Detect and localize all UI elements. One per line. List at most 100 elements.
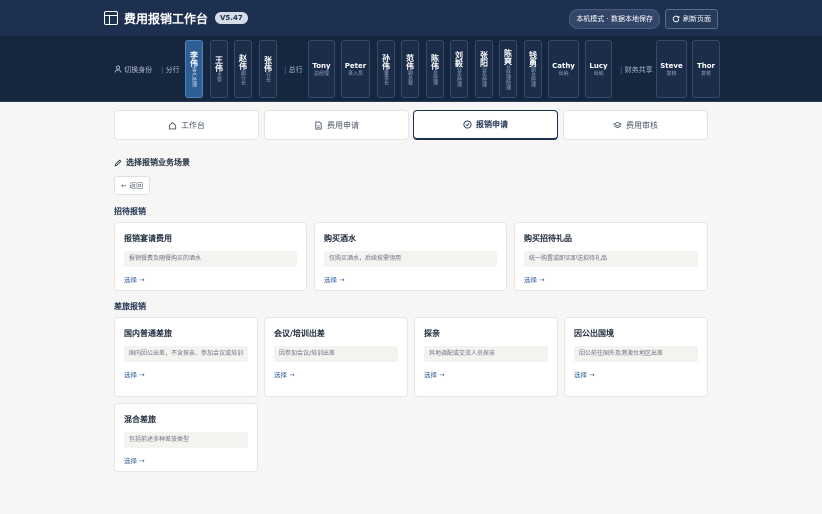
role-name: 李伟 bbox=[189, 51, 199, 67]
card-title: 购买招待礼品 bbox=[524, 234, 572, 243]
select-link[interactable]: 选择 → bbox=[574, 369, 698, 379]
role-zhang-wei[interactable]: 张伟 行长 bbox=[259, 40, 277, 98]
role-cathy[interactable]: Cathy 出纳 bbox=[548, 40, 579, 98]
role-switch-bar: 切换身份 | 分行 李伟 客户经理 王伟 主管 赵伟 副行长 张伟 行长 | 总行 To… bbox=[0, 36, 822, 102]
scenario-card-overseas[interactable]: 因公出国境 因公前往国外及港澳台地区出差 选择 → bbox=[564, 317, 708, 397]
tab-label: 工作台 bbox=[181, 120, 205, 130]
role-title: 录入员 bbox=[347, 70, 363, 77]
role-title: 总经理助理 bbox=[505, 64, 511, 90]
role-name: 钱勇 bbox=[528, 51, 538, 67]
role-zhang-yang[interactable]: 张阳 业务经理 bbox=[475, 40, 493, 98]
version-badge: V5.47 bbox=[215, 12, 248, 24]
layout-icon bbox=[104, 11, 118, 25]
tab-label: 费用审核 bbox=[626, 120, 658, 130]
group-title-hospitality: 招待报销 bbox=[114, 207, 146, 216]
document-icon bbox=[315, 120, 322, 130]
main-tabs: 工作台 费用申请 报销申请 费用审核 bbox=[114, 110, 708, 140]
select-link[interactable]: 选择 → bbox=[524, 274, 698, 284]
role-title: 主管 bbox=[216, 72, 222, 82]
role-li-wei[interactable]: 李伟 客户经理 bbox=[185, 40, 203, 98]
tab-workbench[interactable]: 工作台 bbox=[114, 110, 259, 140]
card-description: 包括前述多种差旅类型 bbox=[124, 432, 248, 448]
user-icon bbox=[114, 65, 122, 73]
role-title: 副行长 bbox=[240, 69, 246, 85]
app-header: 费用报销工作台 V5.47 本机模式 · 数据本地保存 刷新页面 bbox=[0, 0, 822, 36]
role-name: 张伟 bbox=[263, 56, 273, 72]
scenario-card-domestic-travel[interactable]: 国内普通差旅 国内因公出差，不含探亲、参加会议或培训 选择 → bbox=[114, 317, 258, 397]
select-link[interactable]: 选择 → bbox=[124, 274, 297, 284]
role-chen-shuang[interactable]: 陈爽 总经理助理 bbox=[499, 40, 517, 98]
role-title: 副总裁 bbox=[407, 69, 413, 85]
card-description: 仅购买酒水，后续按需领用 bbox=[324, 251, 497, 267]
card-description: 因参加会议/培训出差 bbox=[274, 346, 398, 362]
role-name: 刘毅 bbox=[454, 51, 464, 67]
select-link[interactable]: 选择 → bbox=[124, 369, 248, 379]
mode-badge: 本机模式 · 数据本地保存 bbox=[569, 9, 660, 29]
app-title: 费用报销工作台 bbox=[124, 11, 209, 26]
tab-expense-application[interactable]: 费用申请 bbox=[264, 110, 409, 140]
finance-shared-label: | 财务共享 bbox=[620, 66, 653, 74]
card-title: 购买酒水 bbox=[324, 234, 356, 243]
role-tony[interactable]: Tony 总经理 bbox=[308, 40, 335, 98]
card-description: 统一购置或即买即送招待礼品 bbox=[524, 251, 698, 267]
role-name: 孙伟 bbox=[381, 53, 391, 70]
stack-icon bbox=[613, 121, 622, 128]
role-qian-yong[interactable]: 钱勇 副总经理 bbox=[524, 40, 542, 98]
role-name: 王伟 bbox=[214, 56, 224, 72]
role-title: 董事长 bbox=[383, 69, 389, 85]
check-circle-icon bbox=[463, 120, 472, 129]
role-name: 赵伟 bbox=[238, 53, 248, 70]
card-title: 会议/培训出差 bbox=[274, 329, 325, 338]
select-link[interactable]: 选择 → bbox=[274, 369, 398, 379]
role-title: 业务经理 bbox=[456, 67, 462, 87]
role-wang-wei[interactable]: 王伟 主管 bbox=[210, 40, 228, 98]
tab-label: 费用申请 bbox=[327, 120, 359, 130]
role-title: 出纳 bbox=[558, 70, 569, 77]
back-button[interactable]: ← 返回 bbox=[114, 176, 151, 195]
refresh-icon bbox=[672, 15, 680, 23]
card-description: 因公前往国外及港澳台地区出差 bbox=[574, 346, 698, 362]
tab-expense-review[interactable]: 费用审核 bbox=[563, 110, 708, 140]
role-title: 客户经理 bbox=[191, 67, 197, 87]
head-office-label: | 总行 bbox=[284, 66, 303, 74]
group-title-travel: 差旅报销 bbox=[114, 302, 146, 311]
role-steve[interactable]: Steve 复核 bbox=[656, 40, 687, 98]
select-link[interactable]: 选择 → bbox=[124, 455, 248, 465]
scenario-card-family-visit[interactable]: 探亲 异地调配或交流人员探亲 选择 → bbox=[414, 317, 558, 397]
select-link[interactable]: 选择 → bbox=[324, 274, 497, 284]
role-chen-wei[interactable]: 陈伟 总经理 bbox=[426, 40, 444, 98]
scenario-card-mixed-travel[interactable]: 混合差旅 包括前述多种差旅类型 选择 → bbox=[114, 403, 258, 472]
scenario-card-gifts[interactable]: 购买招待礼品 统一购置或即买即送招待礼品 选择 → bbox=[514, 222, 708, 291]
card-title: 混合差旅 bbox=[124, 415, 156, 424]
role-title: 出纳 bbox=[593, 70, 604, 77]
role-sun-wei[interactable]: 孙伟 董事长 bbox=[377, 40, 395, 98]
role-name: Lucy bbox=[589, 61, 608, 70]
home-icon bbox=[168, 121, 177, 129]
scenario-card-buy-liquor[interactable]: 购买酒水 仅购买酒水，后续按需领用 选择 → bbox=[314, 222, 507, 291]
role-name: 陈爽 bbox=[503, 48, 513, 65]
role-title: 复核 bbox=[700, 70, 711, 77]
role-name: Cathy bbox=[552, 61, 575, 70]
refresh-label: 刷新页面 bbox=[683, 15, 711, 23]
branch-group-label: | 分行 bbox=[161, 66, 180, 74]
role-lucy[interactable]: Lucy 出纳 bbox=[585, 40, 612, 98]
card-title: 因公出国境 bbox=[574, 329, 614, 338]
role-title: 复核 bbox=[666, 70, 677, 77]
role-title: 总经理 bbox=[432, 69, 438, 85]
refresh-button[interactable]: 刷新页面 bbox=[665, 9, 718, 29]
tab-reimbursement-application[interactable]: 报销申请 bbox=[413, 110, 558, 140]
role-liu-yi[interactable]: 刘毅 业务经理 bbox=[450, 40, 468, 98]
role-name: 范伟 bbox=[405, 53, 415, 70]
role-zhao-wei[interactable]: 赵伟 副行长 bbox=[234, 40, 252, 98]
role-fan-wei[interactable]: 范伟 副总裁 bbox=[401, 40, 419, 98]
role-name: 张阳 bbox=[479, 51, 489, 67]
card-description: 国内因公出差，不含探亲、参加会议或培训 bbox=[124, 346, 248, 362]
role-thor[interactable]: Thor 复核 bbox=[692, 40, 720, 98]
section-title-text: 选择报销业务场景 bbox=[126, 158, 190, 167]
card-description: 异地调配或交流人员探亲 bbox=[424, 346, 548, 362]
scenario-card-meeting-training[interactable]: 会议/培训出差 因参加会议/培训出差 选择 → bbox=[264, 317, 408, 397]
scenario-card-banquet[interactable]: 报销宴请费用 报销餐费及随餐购买的酒水 选择 → bbox=[114, 222, 307, 291]
role-name: Tony bbox=[312, 61, 331, 70]
select-link[interactable]: 选择 → bbox=[424, 369, 548, 379]
role-peter[interactable]: Peter 录入员 bbox=[341, 40, 370, 98]
